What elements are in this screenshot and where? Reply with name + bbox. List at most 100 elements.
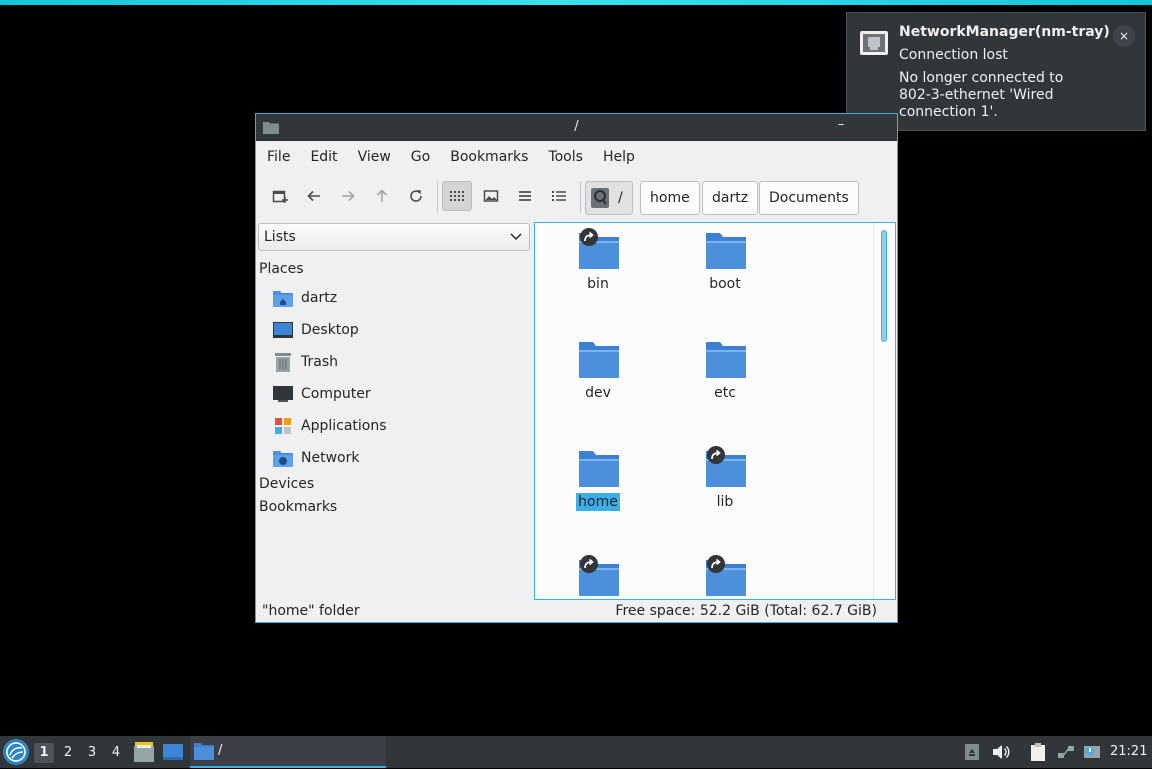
symlink-badge-icon <box>580 555 598 573</box>
place-dartz[interactable]: dartz <box>272 286 337 310</box>
detailed-list-view-button[interactable] <box>544 181 574 211</box>
symlink-badge-icon <box>707 555 725 573</box>
devices-heading[interactable]: Devices <box>259 476 314 492</box>
place-label: Network <box>301 450 360 466</box>
show-desktop-icon[interactable] <box>162 741 184 763</box>
place-label: Desktop <box>301 322 359 338</box>
forward-button[interactable] <box>333 181 363 211</box>
scrollbar-thumb[interactable] <box>881 230 887 342</box>
menu-file[interactable]: File <box>257 149 300 165</box>
new-tab-button[interactable] <box>265 181 295 211</box>
folder-icon <box>194 743 214 760</box>
task-label: / <box>218 743 223 758</box>
folder-icon <box>706 342 746 378</box>
thumbnail-view-icon <box>483 190 499 202</box>
update-notifier-icon[interactable] <box>1082 742 1102 762</box>
reload-button[interactable] <box>401 181 431 211</box>
removable-media-icon[interactable] <box>962 742 982 762</box>
menu-bookmarks[interactable]: Bookmarks <box>440 149 538 165</box>
path-crumb-dartz[interactable]: dartz <box>702 181 759 215</box>
back-button[interactable] <box>299 181 329 211</box>
file-name: home <box>576 493 620 511</box>
clipboard-icon[interactable] <box>1028 742 1048 762</box>
file-name: bin <box>587 276 609 292</box>
window-titlebar[interactable]: / – <box>256 114 897 141</box>
menu-view[interactable]: View <box>348 149 401 165</box>
top-accent-bar <box>0 0 1152 5</box>
notification-close-button[interactable]: × <box>1113 25 1135 47</box>
vertical-scrollbar[interactable] <box>873 223 895 599</box>
lubuntu-logo-icon <box>6 742 26 762</box>
toolbar-separator <box>580 181 581 213</box>
taskbar-panel: 1 2 3 4 / 21:21 <box>0 736 1152 768</box>
drive-icon <box>591 188 609 208</box>
window-title: / <box>574 119 579 134</box>
desktop-switch-3[interactable]: 3 <box>82 743 102 763</box>
thumbnail-view-button[interactable] <box>476 181 506 211</box>
menu-edit[interactable]: Edit <box>300 149 347 165</box>
file-manager-icon[interactable] <box>133 741 155 763</box>
file-item[interactable] <box>543 550 653 599</box>
compact-view-button[interactable] <box>510 181 540 211</box>
place-desktop[interactable]: Desktop <box>272 318 359 342</box>
chevron-down-icon <box>510 233 522 241</box>
place-network[interactable]: Network <box>272 446 359 470</box>
menu-help[interactable]: Help <box>593 149 645 165</box>
notification-title: NetworkManager(nm-tray) <box>899 24 1110 40</box>
desktop-switch-4[interactable]: 4 <box>106 743 126 763</box>
main-toolbar: / home dartz Documents <box>256 176 897 216</box>
forward-icon <box>342 190 355 202</box>
up-button[interactable] <box>367 181 397 211</box>
menu-go[interactable]: Go <box>401 149 440 165</box>
place-label: Computer <box>301 386 371 402</box>
minimize-button[interactable]: – <box>833 118 849 134</box>
toolbar-separator <box>437 181 438 213</box>
side-pane-mode-select[interactable]: Lists <box>258 223 530 251</box>
compact-view-icon <box>519 191 531 201</box>
detailed-list-view-icon <box>552 191 566 201</box>
taskbar-task-file-manager[interactable]: / <box>190 736 386 768</box>
clock[interactable]: 21:21 <box>1110 744 1147 759</box>
place-label: Trash <box>301 354 338 370</box>
path-crumb-home[interactable]: home <box>640 181 700 215</box>
desktop-switch-1[interactable]: 1 <box>34 743 54 763</box>
file-item[interactable]: etc <box>670 332 780 432</box>
desktop-switch-2[interactable]: 2 <box>58 743 78 763</box>
icon-view-button[interactable] <box>442 181 472 211</box>
main-menu-button[interactable] <box>3 739 29 765</box>
volume-icon[interactable] <box>991 742 1011 762</box>
path-crumb-documents[interactable]: Documents <box>759 181 859 215</box>
places-heading[interactable]: Places <box>259 261 304 277</box>
file-item[interactable]: lib <box>670 441 780 541</box>
file-icon-view[interactable]: bin boot dev etc home lib <box>534 222 896 600</box>
file-item[interactable]: boot <box>670 223 780 323</box>
bookmarks-heading[interactable]: Bookmarks <box>259 499 337 515</box>
symlink-badge-icon <box>580 228 598 246</box>
side-pane-mode-value: Lists <box>264 229 296 245</box>
file-item-selected[interactable]: home <box>543 441 653 541</box>
network-disconnected-icon[interactable] <box>1056 742 1076 762</box>
file-name: lib <box>716 494 734 510</box>
place-trash[interactable]: Trash <box>272 350 338 374</box>
file-item[interactable]: dev <box>543 332 653 432</box>
file-name: dev <box>585 385 611 401</box>
file-manager-window: / – File Edit View Go Bookmarks Tools He… <box>255 113 898 623</box>
notification-summary: Connection lost <box>899 47 1008 63</box>
applications-icon <box>272 415 294 437</box>
path-root-label: / <box>618 190 623 206</box>
desktop-icon <box>272 319 294 341</box>
network-icon <box>272 447 294 469</box>
place-applications[interactable]: Applications <box>272 414 387 438</box>
file-item[interactable] <box>670 550 780 599</box>
status-free-space: Free space: 52.2 GiB (Total: 62.7 GiB) <box>615 603 877 619</box>
folder-icon <box>579 342 619 378</box>
new-tab-icon <box>272 190 288 203</box>
network-wired-icon <box>860 31 888 55</box>
menu-tools[interactable]: Tools <box>538 149 593 165</box>
up-icon <box>376 189 388 202</box>
notification-body: No longer connected to 802-3-ethernet 'W… <box>899 70 1064 120</box>
menubar: File Edit View Go Bookmarks Tools Help <box>256 141 897 173</box>
file-item[interactable]: bin <box>543 223 653 323</box>
place-computer[interactable]: Computer <box>272 382 371 406</box>
path-root-button[interactable]: / <box>585 181 633 215</box>
